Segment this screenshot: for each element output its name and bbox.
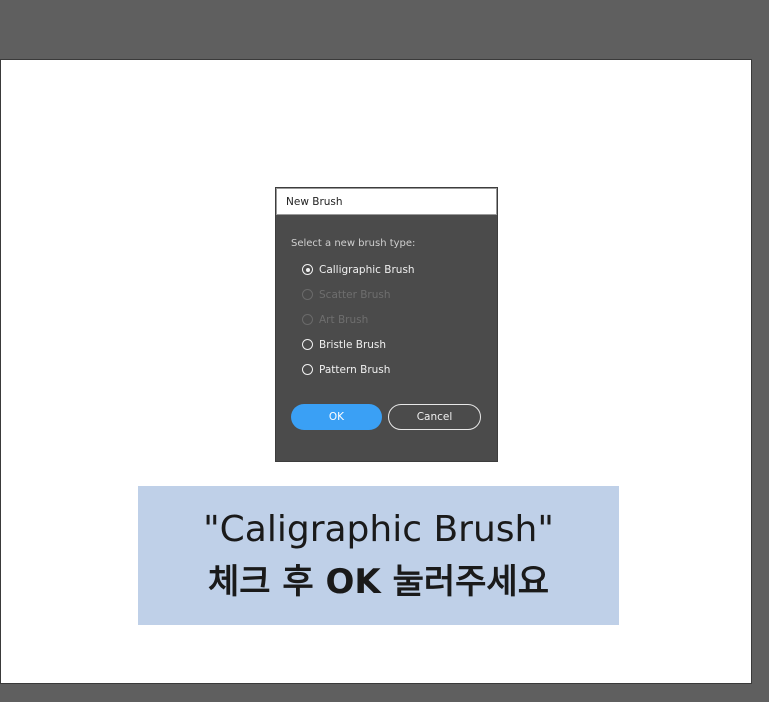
instruction-caption: "Caligraphic Brush" 체크 후 OK 눌러주세요 <box>138 486 619 625</box>
caption-line-brush-name: "Caligraphic Brush" <box>203 508 554 550</box>
radio-pattern-brush[interactable]: Pattern Brush <box>302 357 497 382</box>
cancel-button[interactable]: Cancel <box>388 404 481 430</box>
radio-label: Scatter Brush <box>319 288 391 301</box>
radio-bristle-brush[interactable]: Bristle Brush <box>302 332 497 357</box>
radio-scatter-brush: Scatter Brush <box>302 282 497 307</box>
ok-button[interactable]: OK <box>291 404 382 430</box>
radio-unchecked-icon <box>302 314 313 325</box>
radio-label: Calligraphic Brush <box>319 263 415 276</box>
brush-type-prompt: Select a new brush type: <box>291 238 416 249</box>
caption-line-instruction: 체크 후 OK 눌러주세요 <box>207 561 549 602</box>
dialog-buttons: OK Cancel <box>291 404 481 430</box>
radio-checked-icon[interactable] <box>302 264 313 275</box>
dialog-titlebar[interactable]: New Brush <box>276 188 497 215</box>
radio-label: Bristle Brush <box>319 338 387 351</box>
radio-unchecked-icon <box>302 289 313 300</box>
new-brush-dialog: New Brush Select a new brush type: Calli… <box>276 188 497 461</box>
dialog-body: Select a new brush type: Calligraphic Br… <box>276 215 497 382</box>
dialog-title: New Brush <box>286 195 343 208</box>
radio-unchecked-icon[interactable] <box>302 339 313 350</box>
radio-art-brush: Art Brush <box>302 307 497 332</box>
radio-label: Pattern Brush <box>319 363 391 376</box>
radio-label: Art Brush <box>319 313 369 326</box>
brush-type-radio-group: Calligraphic Brush Scatter Brush Art Bru… <box>291 257 497 382</box>
radio-calligraphic-brush[interactable]: Calligraphic Brush <box>302 257 497 282</box>
radio-unchecked-icon[interactable] <box>302 364 313 375</box>
